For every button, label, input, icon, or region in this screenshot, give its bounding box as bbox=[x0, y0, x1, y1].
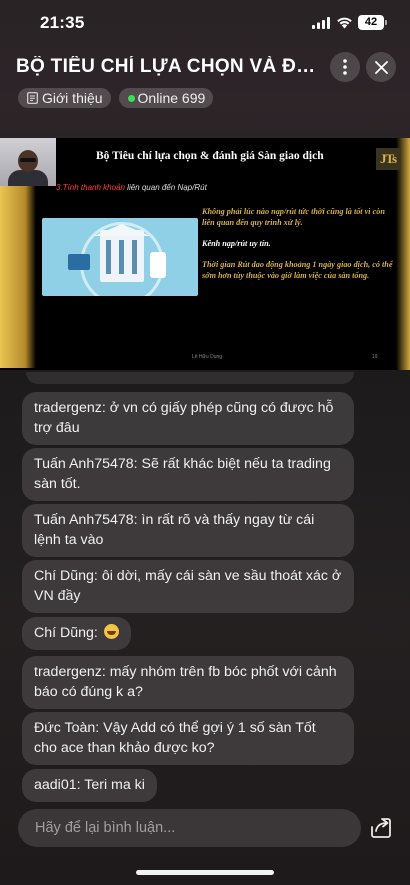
slide-para-1: Không phải lúc nào nạp/rút tức thời cũng… bbox=[202, 207, 385, 227]
online-count-label: Online 699 bbox=[137, 90, 206, 106]
stream-title: BỘ TIÊU CHÍ LỰA CHỌN VÀ ĐÁN... bbox=[16, 56, 326, 77]
slide-title: Bộ Tiêu chí lựa chọn & đánh giá Sàn giao… bbox=[96, 150, 324, 162]
home-indicator[interactable] bbox=[136, 870, 274, 875]
comment-item: Tuấn Anh75478: ìn rất rõ và thấy ngay từ… bbox=[22, 504, 354, 557]
presenter-body bbox=[8, 170, 48, 186]
online-count-pill: Online 699 bbox=[118, 88, 214, 108]
comment-text: tradergenz: ở vn có giấy phép cũng có đư… bbox=[34, 400, 334, 436]
comment-text: tradergenz: mấy nhóm trên fb bóc phốt vớ… bbox=[34, 664, 337, 700]
live-dot-icon bbox=[127, 94, 135, 102]
comment-item: Đức Toàn: Vậy Add có thể gợi ý 1 số sàn … bbox=[22, 712, 354, 765]
laughing-emoji-icon bbox=[103, 624, 119, 639]
comment-partial bbox=[26, 372, 354, 384]
illus-column bbox=[106, 240, 111, 274]
comment-text: Đức Toàn: Vậy Add có thể gợi ý 1 số sàn … bbox=[34, 720, 316, 756]
presenter-glasses bbox=[20, 158, 36, 162]
bank-illustration bbox=[42, 218, 198, 296]
more-vertical-icon bbox=[343, 59, 347, 75]
document-icon bbox=[27, 92, 38, 104]
slide-footer: Lê Hữu Dụng bbox=[192, 354, 223, 360]
comment-item: aadi01: Teri ma ki bbox=[22, 769, 157, 802]
comments-list[interactable]: tradergenz: ở vn có giấy phép cũng có đư… bbox=[0, 370, 410, 802]
illus-card bbox=[68, 254, 90, 270]
presenter-webcam bbox=[0, 138, 56, 186]
comment-text: Chí Dũng: bbox=[34, 625, 102, 641]
comment-item: tradergenz: mấy nhóm trên fb bóc phốt vớ… bbox=[22, 656, 354, 709]
slide-gold-band-left bbox=[0, 178, 36, 368]
comment-item: Chí Dũng: ôi dời, mấy cái sàn ve sầu tho… bbox=[22, 560, 354, 613]
more-options-button[interactable] bbox=[330, 52, 360, 82]
header-pills: Giới thiệu Online 699 bbox=[18, 88, 214, 108]
slide-gold-band-right bbox=[396, 138, 410, 370]
slide-subtitle-rest: liên quan đến Nạp/Rút bbox=[124, 183, 207, 192]
slide-para-3: Thời gian Rút dao động khoảng 1 ngày gia… bbox=[202, 260, 393, 280]
comment-item: tradergenz: ở vn có giấy phép cũng có đư… bbox=[22, 392, 354, 445]
comment-input[interactable]: Hãy để lại bình luận... bbox=[18, 809, 361, 847]
status-bar: 21:35 42 bbox=[0, 0, 410, 44]
intro-label: Giới thiệu bbox=[42, 90, 103, 106]
illus-column bbox=[132, 240, 137, 274]
comment-text: aadi01: Teri ma ki bbox=[34, 777, 145, 793]
illus-roof bbox=[94, 224, 150, 236]
video-player[interactable]: Bộ Tiêu chí lựa chọn & đánh giá Sàn giao… bbox=[0, 138, 410, 370]
comment-text: Tuấn Anh75478: Sẽ rất khác biệt nếu ta t… bbox=[34, 456, 331, 492]
slide-body: Không phải lúc nào nạp/rút tức thời cũng… bbox=[202, 206, 398, 281]
slide-page-number: 19 bbox=[372, 354, 378, 360]
share-button[interactable] bbox=[368, 815, 394, 841]
signal-icon bbox=[312, 17, 330, 29]
battery-cap bbox=[385, 20, 387, 25]
share-icon bbox=[371, 818, 391, 838]
battery-indicator: 42 bbox=[358, 15, 384, 30]
comment-item: Chí Dũng: bbox=[22, 617, 131, 650]
close-icon bbox=[374, 60, 388, 74]
comment-input-placeholder: Hãy để lại bình luận... bbox=[35, 820, 176, 836]
comment-item: Tuấn Anh75478: Sẽ rất khác biệt nếu ta t… bbox=[22, 448, 354, 501]
illus-phone bbox=[150, 252, 166, 278]
illus-column bbox=[119, 240, 124, 274]
close-button[interactable] bbox=[366, 52, 396, 82]
intro-pill[interactable]: Giới thiệu bbox=[18, 88, 111, 108]
slide-subtitle: 3.Tính thanh khoản liên quan đến Nạp/Rút bbox=[56, 183, 207, 192]
comment-text: Chí Dũng: ôi dời, mấy cái sàn ve sầu tho… bbox=[34, 568, 342, 604]
comment-text: Tuấn Anh75478: ìn rất rõ và thấy ngay từ… bbox=[34, 512, 315, 548]
wifi-icon bbox=[337, 17, 352, 29]
slide-para-2: Kênh nạp/rút uy tín. bbox=[202, 239, 271, 248]
slide-subtitle-highlight: 3.Tính thanh khoản bbox=[56, 183, 125, 192]
status-time: 21:35 bbox=[40, 13, 85, 32]
jts-logo: JTs bbox=[376, 148, 400, 170]
